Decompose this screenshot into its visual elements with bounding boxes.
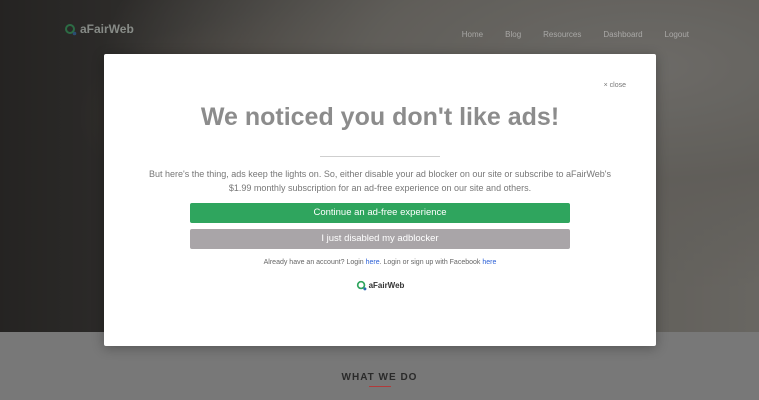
site-logo[interactable]: aFairWeb xyxy=(64,22,134,36)
account-text-2: . Login or sign up with Facebook xyxy=(379,259,483,266)
disabled-adblocker-button[interactable]: I just disabled my adblocker xyxy=(190,229,570,249)
modal-logo-text: aFairWeb xyxy=(368,281,405,290)
ad-free-button[interactable]: Continue an ad-free experience xyxy=(190,203,570,223)
title-divider xyxy=(320,156,440,157)
close-button[interactable]: × close xyxy=(604,82,626,89)
nav-home[interactable]: Home xyxy=(462,30,483,39)
nav-logout[interactable]: Logout xyxy=(665,30,689,39)
modal-title: We noticed you don't like ads! xyxy=(200,103,560,131)
site-logo-text: aFairWeb xyxy=(80,22,134,36)
section-underline xyxy=(369,386,391,387)
main-nav: Home Blog Resources Dashboard Logout xyxy=(462,30,689,39)
modal-message-line-2: $1.99 monthly subscription for an ad-fre… xyxy=(228,183,532,193)
modal-message: But here's the thing, ads keep the light… xyxy=(144,167,616,195)
account-line: Already have an account? Login here. Log… xyxy=(104,259,656,266)
afairweb-logo-icon xyxy=(65,23,77,35)
afairweb-logo-icon xyxy=(356,280,366,291)
modal-message-line-1: But here's the thing, ads keep the light… xyxy=(148,169,612,179)
login-link[interactable]: here xyxy=(366,259,380,266)
facebook-login-link[interactable]: here xyxy=(482,259,496,266)
adblock-modal: × close We noticed you don't like ads! B… xyxy=(104,54,656,346)
account-text-1: Already have an account? Login xyxy=(263,259,366,266)
nav-dashboard[interactable]: Dashboard xyxy=(603,30,642,39)
nav-resources[interactable]: Resources xyxy=(543,30,581,39)
modal-logo: aFairWeb xyxy=(104,280,656,291)
section-title: WHAT WE DO xyxy=(341,372,418,383)
nav-blog[interactable]: Blog xyxy=(505,30,521,39)
